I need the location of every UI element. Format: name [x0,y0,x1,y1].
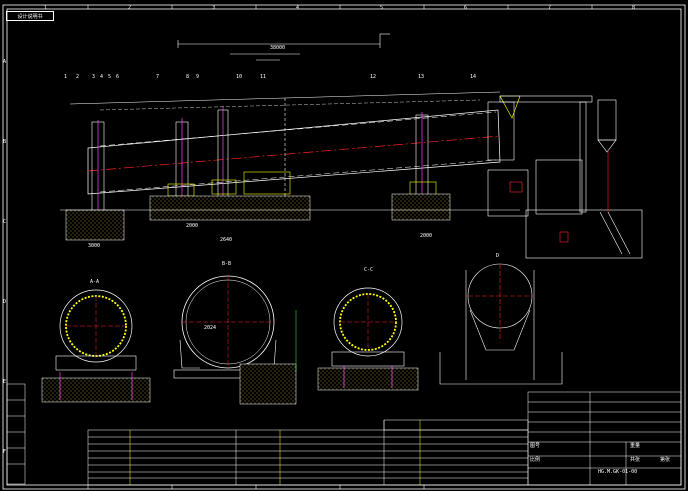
item-number: 12 [370,74,377,80]
drawing-frame [2,4,686,490]
col-label-4: 4 [296,5,300,11]
foundations [60,193,520,241]
dim-span-b: 2640 [220,237,233,243]
section-label-b: B-B [222,261,232,267]
section-label-c: C-C [364,267,374,273]
row-label-f: F [3,449,7,455]
dim-span-a: 2000 [186,223,199,229]
drawing-number: HG.M.GK-01-00 [598,469,638,475]
col-label-2: 2 [128,5,132,11]
col-label-7: 7 [548,5,552,11]
section-a-a [41,289,151,403]
row-label-c: C [3,219,7,225]
title-cell: 重量 [630,443,641,449]
item-number: 14 [470,74,477,80]
title-cell: 共张 [630,457,641,463]
title-cell: 图号 [530,443,541,449]
dim-overall: 38000 [270,45,286,51]
item-number: 9 [196,74,200,80]
section-label-d: D [496,253,500,259]
cad-drawing-canvas [2,4,686,490]
dim-base-b: 2000 [420,233,433,239]
item-number: 3 [92,74,96,80]
item-number: 8 [186,74,190,80]
dim-section-b: 2024 [204,325,217,331]
column-ticks [87,5,593,489]
item-number: 1 [64,74,68,80]
title-stamp: 设计说明书 [6,11,54,21]
row-label-e: E [3,379,7,385]
revision-strip [6,383,26,485]
section-label-a: A-A [90,279,100,285]
item-number: 13 [418,74,425,80]
col-label-5: 5 [380,5,384,11]
row-label-d: D [3,299,7,305]
parts-list-table [87,419,529,486]
section-b-b [173,275,297,405]
title-cell: 第张 [660,457,671,463]
col-label-6: 6 [464,5,468,11]
feed-end-structure [487,95,643,259]
section-d [439,263,563,385]
item-number: 2 [76,74,80,80]
title-cell: 比例 [530,457,541,463]
item-number: 11 [260,74,267,80]
col-label-3: 3 [212,5,216,11]
col-label-8: 8 [632,5,636,11]
item-number: 7 [156,74,160,80]
item-number: 6 [116,74,120,80]
dim-base-a: 3000 [88,243,101,249]
item-number: 4 [100,74,104,80]
item-number: 10 [236,74,243,80]
col-label-1: 1 [44,5,48,11]
section-c-c [317,287,419,391]
row-label-a: A [3,59,7,65]
row-label-b: B [3,139,7,145]
item-number: 5 [108,74,112,80]
